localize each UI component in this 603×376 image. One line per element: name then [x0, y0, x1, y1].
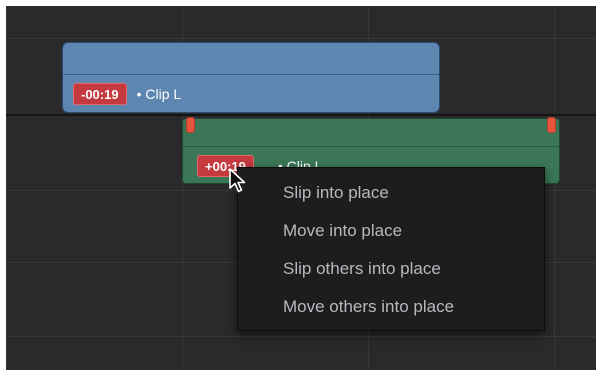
offset-badge: -00:19: [73, 83, 127, 105]
grid-line: [6, 38, 596, 39]
menu-item-move-others-into-place[interactable]: Move others into place: [238, 296, 544, 334]
track-divider: [6, 114, 596, 116]
clip-divider: [63, 74, 439, 75]
arrow-pointer-icon: [229, 168, 246, 193]
menu-item-slip-into-place[interactable]: Slip into place: [238, 182, 544, 220]
context-menu: Slip into place Move into place Slip oth…: [237, 167, 545, 331]
menu-item-move-into-place[interactable]: Move into place: [238, 220, 544, 258]
trim-handle-right[interactable]: [547, 117, 556, 133]
trim-handle-left[interactable]: [186, 117, 195, 133]
clip-divider: [183, 146, 559, 147]
clip-name: • Clip L: [136, 86, 182, 102]
menu-item-slip-others-into-place[interactable]: Slip others into place: [238, 258, 544, 296]
grid-line: [6, 6, 7, 370]
clip-footer: -00:19 • Clip L: [73, 83, 181, 105]
upper-clip[interactable]: -00:19 • Clip L: [62, 42, 440, 113]
grid-line: [554, 6, 555, 370]
grid-line: [6, 336, 596, 337]
timeline-panel: -00:19 • Clip L +00:19 • Clip L Slip int…: [6, 6, 596, 370]
